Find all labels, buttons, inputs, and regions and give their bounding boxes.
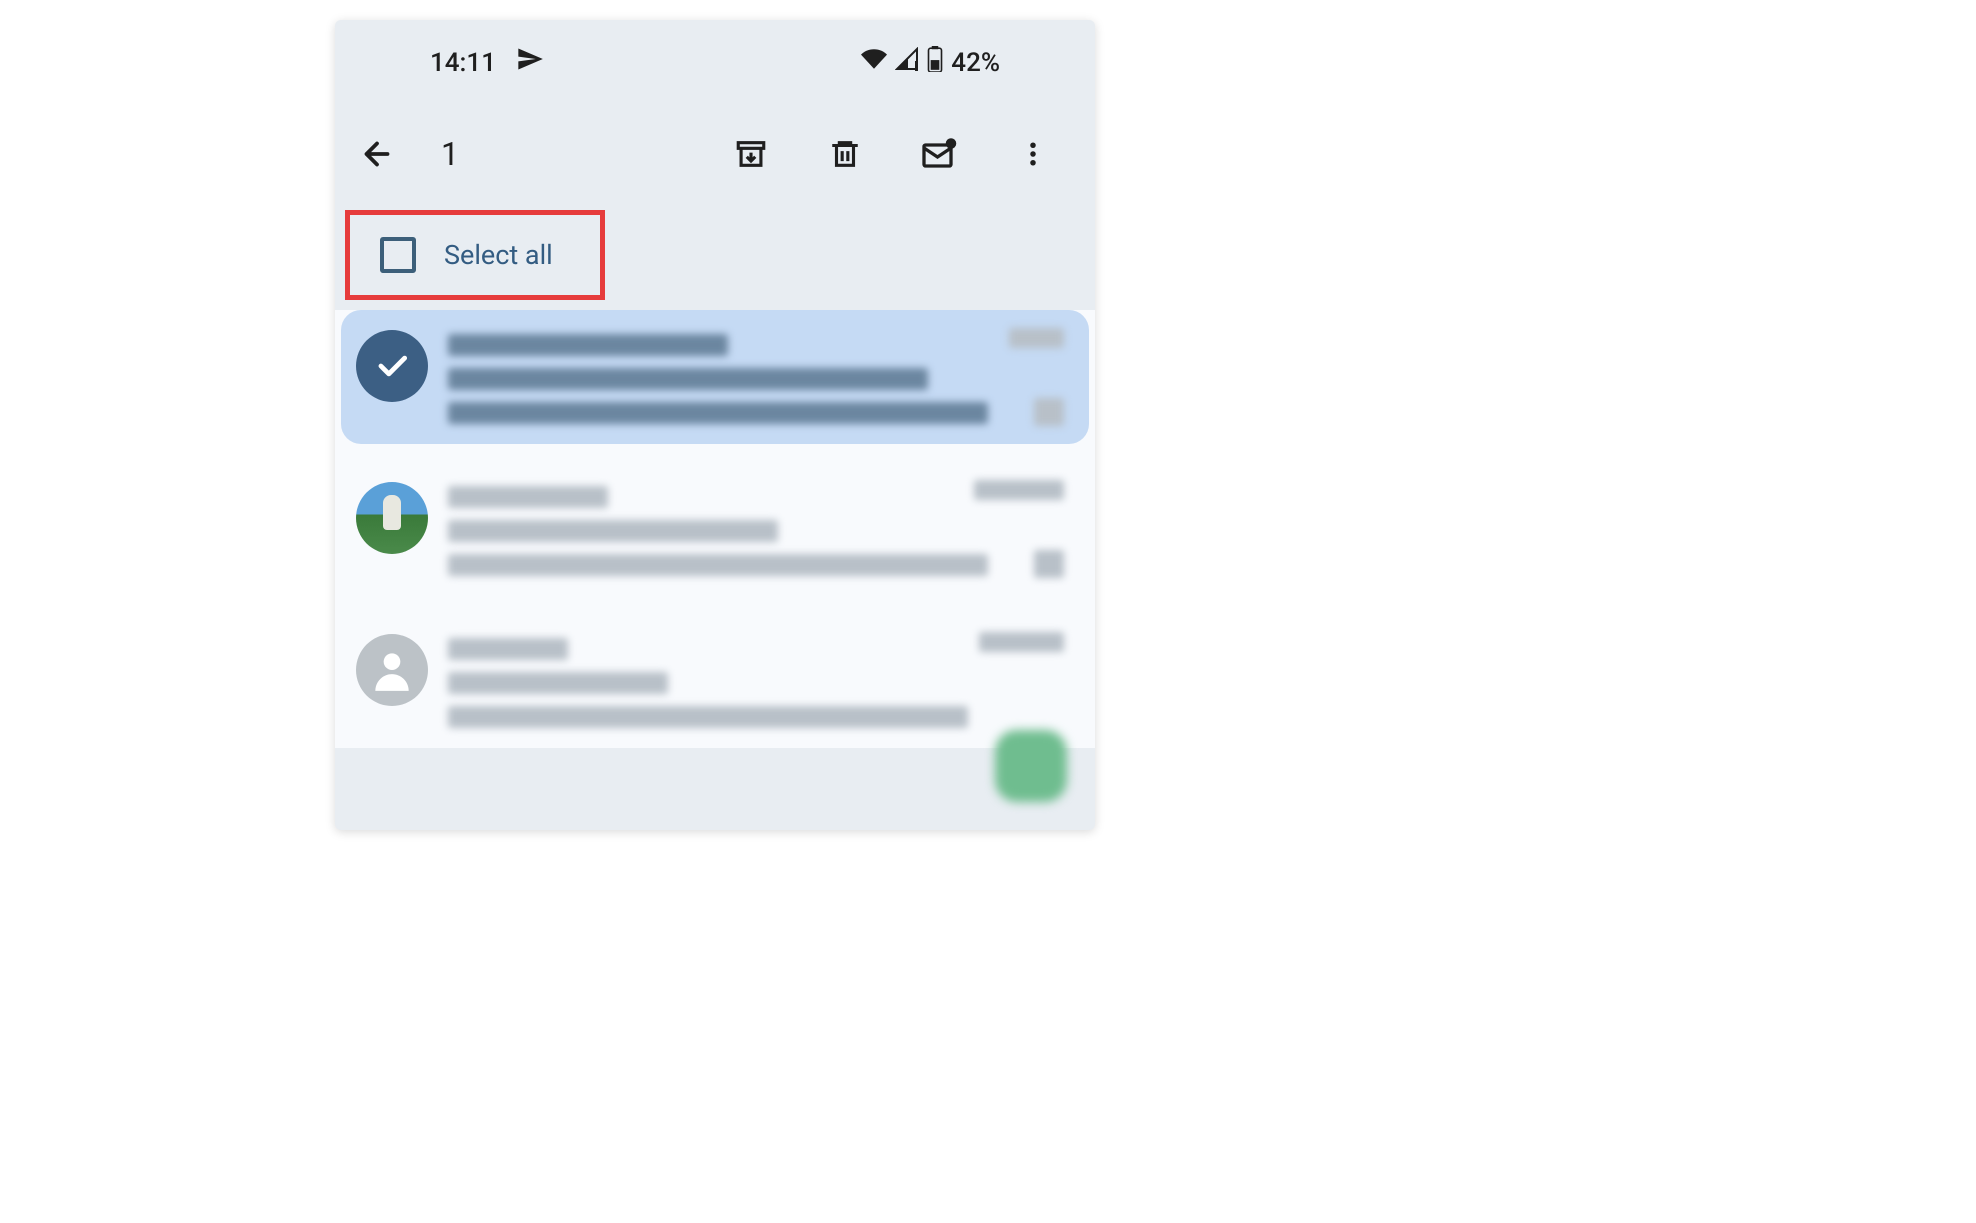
signal-icon xyxy=(895,47,919,78)
back-button[interactable] xyxy=(353,130,401,178)
wifi-icon xyxy=(861,46,887,79)
select-all-label: Select all xyxy=(444,239,553,271)
email-time xyxy=(1009,328,1064,348)
email-content xyxy=(448,634,1071,728)
select-all-row[interactable]: Select all xyxy=(345,210,605,300)
battery-icon xyxy=(927,46,943,79)
email-list xyxy=(335,310,1095,748)
delete-button[interactable] xyxy=(821,130,869,178)
selected-avatar-check-icon[interactable] xyxy=(356,330,428,402)
archive-button[interactable] xyxy=(727,130,775,178)
email-time xyxy=(979,632,1064,652)
star-icon[interactable] xyxy=(1034,398,1064,426)
email-item[interactable] xyxy=(341,614,1089,748)
status-time: 14:11 xyxy=(430,48,496,78)
email-time xyxy=(974,480,1064,500)
star-icon[interactable] xyxy=(1034,550,1064,578)
more-options-button[interactable] xyxy=(1009,130,1057,178)
selected-count: 1 xyxy=(441,135,699,173)
telegram-icon xyxy=(516,45,544,80)
phone-screen: 14:11 42% 1 xyxy=(335,20,1095,830)
compose-fab[interactable] xyxy=(995,730,1067,802)
avatar[interactable] xyxy=(356,634,428,706)
action-bar: 1 xyxy=(335,100,1095,208)
battery-percent: 42% xyxy=(951,48,1000,78)
avatar[interactable] xyxy=(356,482,428,554)
status-bar: 14:11 42% xyxy=(335,20,1095,100)
select-all-checkbox[interactable] xyxy=(380,237,416,273)
email-content xyxy=(448,330,1071,424)
email-item[interactable] xyxy=(341,310,1089,444)
mark-unread-button[interactable] xyxy=(915,130,963,178)
email-item[interactable] xyxy=(341,462,1089,596)
